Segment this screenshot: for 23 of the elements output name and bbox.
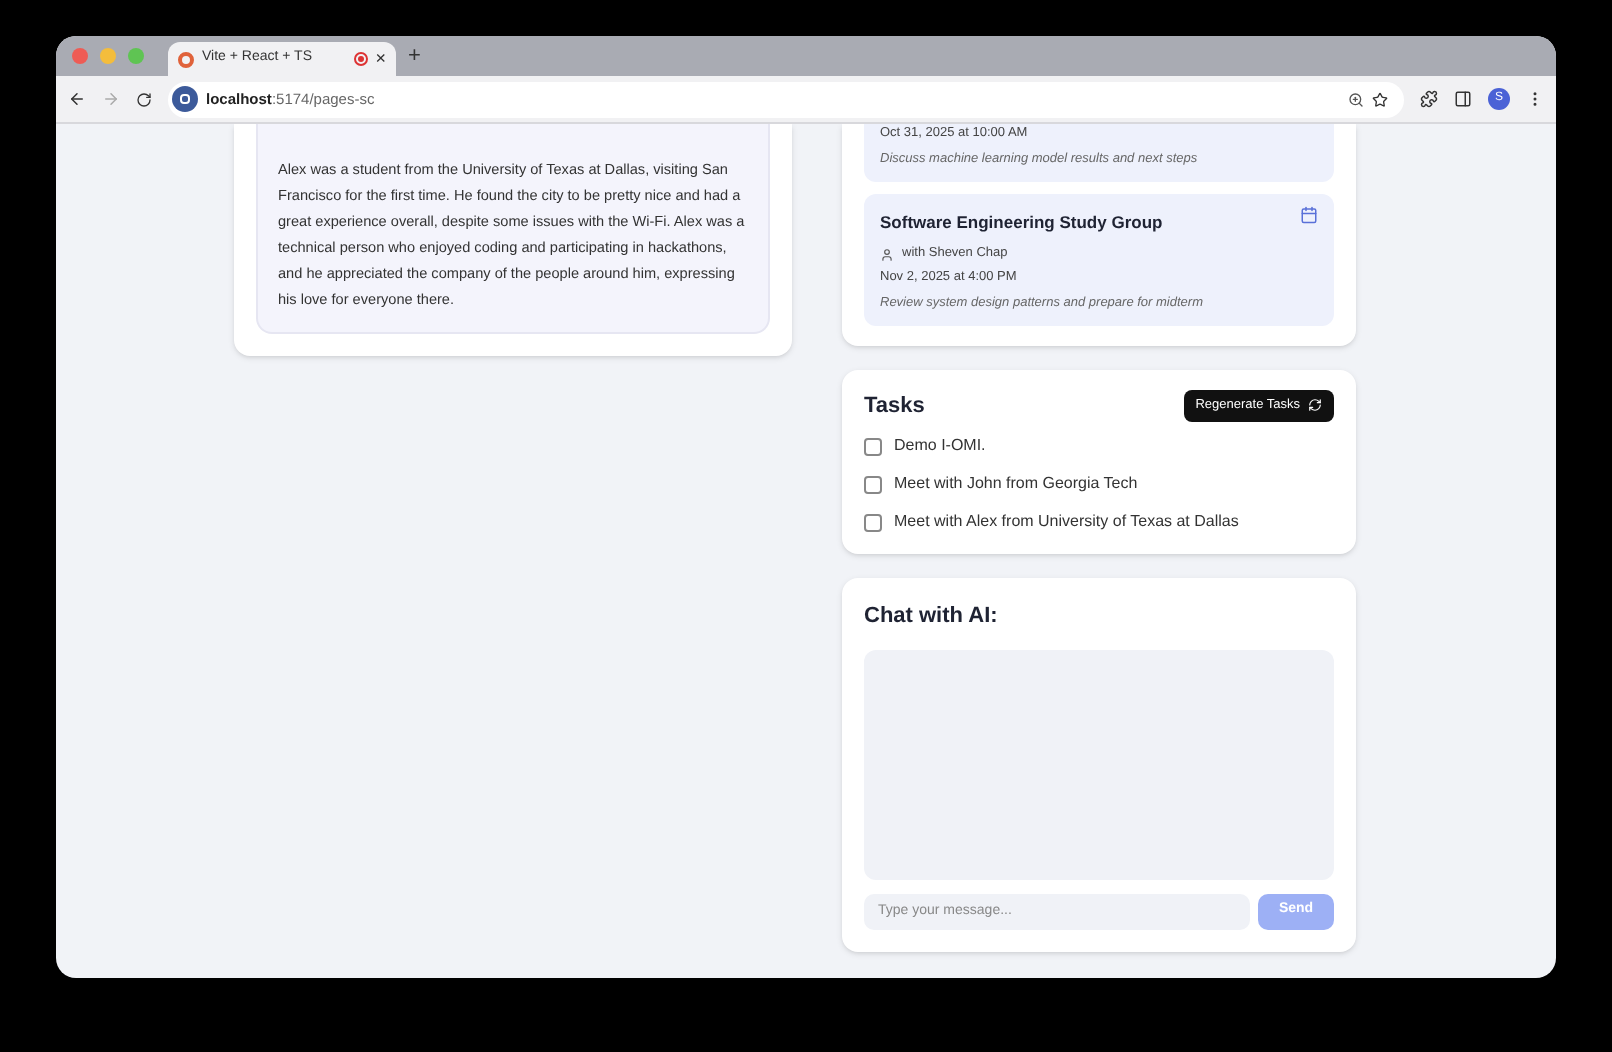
calendar-icon[interactable] bbox=[1300, 205, 1318, 223]
task-label: Meet with Alex from University of Texas at Dallas bbox=[894, 510, 1239, 534]
chat-heading: Chat with AI: bbox=[864, 602, 1000, 632]
task-label: Demo I-OMI. bbox=[894, 434, 986, 458]
new-tab-button[interactable]: + bbox=[408, 45, 421, 67]
recording-icon bbox=[353, 52, 368, 66]
extensions-icon[interactable] bbox=[1420, 90, 1438, 108]
task-checkbox[interactable] bbox=[864, 437, 882, 455]
refresh-icon bbox=[1308, 398, 1322, 413]
task-label: Meet with John from Georgia Tech bbox=[894, 472, 1138, 496]
task-checkbox[interactable] bbox=[864, 475, 882, 493]
side-panel-icon[interactable] bbox=[1454, 90, 1472, 108]
bookmark-star-icon[interactable] bbox=[1372, 91, 1388, 107]
zoom-icon[interactable] bbox=[1348, 91, 1364, 107]
reload-icon[interactable] bbox=[136, 91, 152, 107]
tasks-heading: Tasks bbox=[864, 391, 925, 421]
event-title: Software Engineering Study Group bbox=[880, 209, 1165, 235]
task-checkbox[interactable] bbox=[864, 513, 882, 531]
close-tab-button[interactable]: × bbox=[375, 50, 386, 68]
site-info-icon[interactable] bbox=[172, 86, 198, 112]
back-icon[interactable] bbox=[68, 90, 86, 108]
favicon-icon bbox=[178, 51, 194, 67]
person-icon bbox=[880, 247, 894, 262]
